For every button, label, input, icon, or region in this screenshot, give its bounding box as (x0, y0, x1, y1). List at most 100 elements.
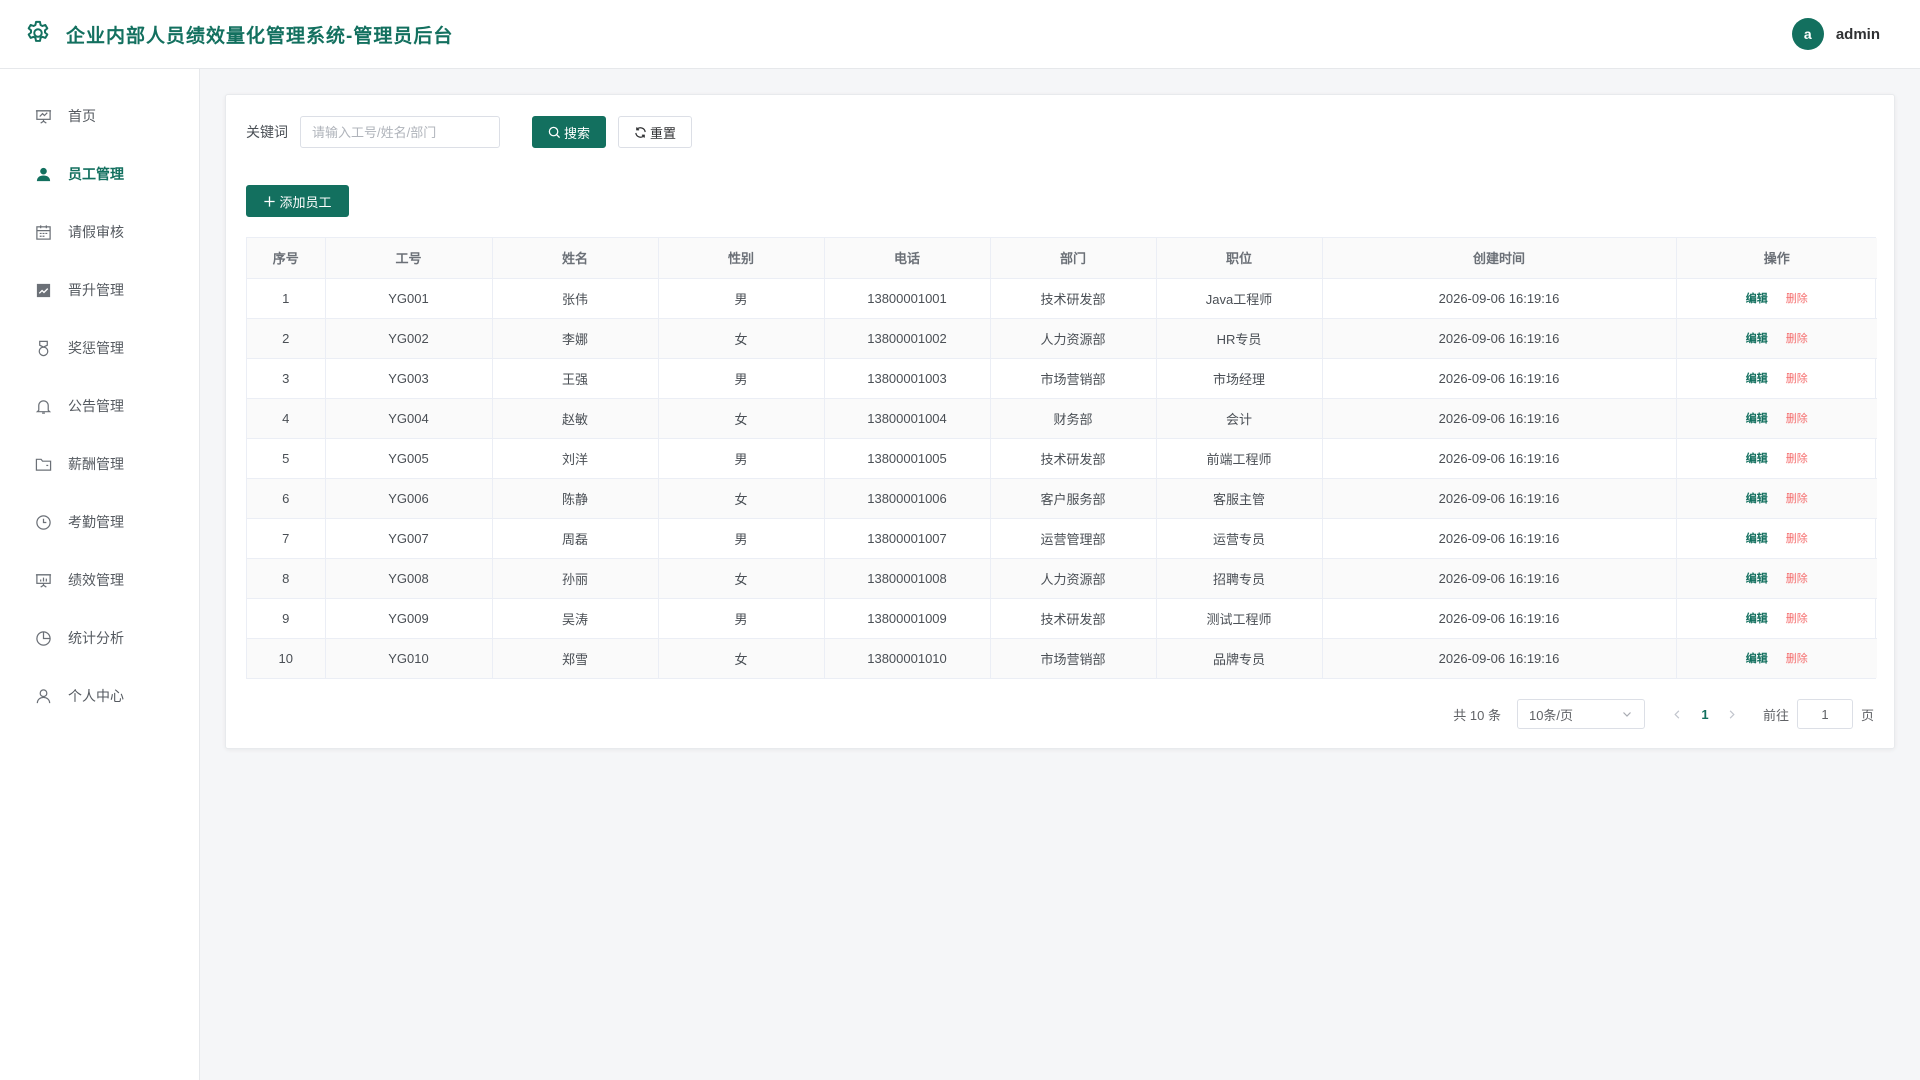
sidebar-item-attendance[interactable]: 考勤管理 (0, 493, 199, 551)
row-actions: 编辑 删除 (1676, 318, 1877, 359)
employee-position: 客服主管 (1156, 478, 1323, 519)
sidebar-item-performance[interactable]: 绩效管理 (0, 551, 199, 609)
sidebar-item-label: 晋升管理 (68, 282, 124, 298)
created-time: 2026-09-06 16:19:16 (1322, 278, 1677, 319)
employee-phone: 13800001006 (824, 478, 991, 519)
column-header: 电话 (824, 238, 991, 279)
row-actions: 编辑 删除 (1676, 438, 1877, 479)
row-actions: 编辑 删除 (1676, 398, 1877, 439)
gear-icon[interactable] (24, 19, 52, 50)
search-bar: 关键词 搜索 重置 (246, 116, 692, 148)
delete-button[interactable]: 删除 (1786, 653, 1808, 665)
employee-phone: 13800001009 (824, 598, 991, 639)
employee-position: 招聘专员 (1156, 558, 1323, 599)
sidebar-item-promotion[interactable]: 晋升管理 (0, 261, 199, 319)
table-row: 10 YG010 郑雪女 13800001010 市场营销部 品牌专员 2026-09-06… (247, 638, 1877, 678)
employee-position: 测试工程师 (1156, 598, 1323, 639)
employee-department: 市场营销部 (990, 638, 1157, 678)
user-menu[interactable]: a admin (1791, 18, 1880, 50)
employee-department: 技术研发部 (990, 598, 1157, 639)
search-button-label: 搜索 (563, 125, 590, 141)
employee-gender: 女 (658, 318, 825, 359)
delete-button[interactable]: 删除 (1786, 373, 1808, 385)
sidebar-item-employees[interactable]: 员工管理 (0, 145, 199, 203)
sidebar-item-profile[interactable]: 个人中心 (0, 667, 199, 725)
page-number-current[interactable]: 1 (1691, 707, 1719, 722)
add-employee-button[interactable]: 添加员工 (246, 185, 349, 217)
delete-button[interactable]: 删除 (1786, 293, 1808, 305)
column-header: 创建时间 (1322, 238, 1677, 279)
employee-id: YG003 (325, 358, 493, 399)
table-row: 5 YG005 刘洋男 13800001005 技术研发部 前端工程师 2026-09-06… (247, 438, 1877, 479)
edit-button[interactable]: 编辑 (1746, 293, 1768, 305)
next-page-button[interactable] (1719, 709, 1745, 720)
employee-name: 吴涛 (492, 598, 659, 639)
row-index: 6 (247, 478, 326, 519)
reset-button-label: 重置 (649, 125, 676, 141)
row-actions: 编辑 删除 (1676, 638, 1877, 678)
sidebar-item-label: 统计分析 (68, 630, 124, 646)
employee-id: YG008 (325, 558, 493, 599)
delete-button[interactable]: 删除 (1786, 333, 1808, 345)
avatar[interactable]: a (1791, 18, 1824, 50)
employee-name: 孙丽 (492, 558, 659, 599)
row-actions: 编辑 删除 (1676, 358, 1877, 399)
page-size-select[interactable]: 10条/页 (1516, 699, 1645, 729)
add-employee-label: 添加员工 (279, 194, 332, 210)
sidebar-item-label: 首页 (68, 108, 96, 124)
created-time: 2026-09-06 16:19:16 (1322, 358, 1677, 399)
table-row: 8 YG008 孙丽女 13800001008 人力资源部 招聘专员 2026-09-06 … (247, 558, 1877, 599)
chevron-down-icon (1623, 712, 1631, 717)
employee-id: YG010 (325, 638, 493, 678)
delete-button[interactable]: 删除 (1786, 613, 1808, 625)
sidebar-item-label: 公告管理 (68, 398, 124, 414)
username[interactable]: admin (1836, 26, 1880, 43)
chevron-left-icon (1674, 709, 1680, 719)
employee-department: 人力资源部 (990, 558, 1157, 599)
edit-button[interactable]: 编辑 (1746, 493, 1768, 505)
employee-gender: 女 (658, 478, 825, 519)
column-header: 操作 (1676, 238, 1877, 279)
edit-button[interactable]: 编辑 (1746, 613, 1768, 625)
reset-button[interactable]: 重置 (618, 116, 692, 148)
delete-button[interactable]: 删除 (1786, 573, 1808, 585)
table-row: 4 YG004 赵敏女 13800001004 财务部 会计 2026-09-06 16:1… (247, 398, 1877, 439)
edit-button[interactable]: 编辑 (1746, 413, 1768, 425)
edit-button[interactable]: 编辑 (1746, 453, 1768, 465)
row-index: 9 (247, 598, 326, 639)
employee-phone: 13800001010 (824, 638, 991, 678)
employee-name: 王强 (492, 358, 659, 399)
row-actions: 编辑 删除 (1676, 518, 1877, 559)
total-count: 共 10 条 (1453, 707, 1501, 723)
employee-department: 财务部 (990, 398, 1157, 439)
goto-page-input[interactable] (1796, 699, 1853, 729)
sidebar-item-salary[interactable]: 薪酬管理 (0, 435, 199, 493)
sidebar-item-leave-review[interactable]: 请假审核 (0, 203, 199, 261)
sidebar-item-statistics[interactable]: 统计分析 (0, 609, 199, 667)
employee-gender: 女 (658, 638, 825, 678)
edit-button[interactable]: 编辑 (1746, 573, 1768, 585)
sidebar-item-announcements[interactable]: 公告管理 (0, 377, 199, 435)
sidebar-item-home[interactable]: 首页 (0, 87, 199, 145)
delete-button[interactable]: 删除 (1786, 453, 1808, 465)
search-button[interactable]: 搜索 (532, 116, 606, 148)
created-time: 2026-09-06 16:19:16 (1322, 558, 1677, 599)
employee-name: 陈静 (492, 478, 659, 519)
delete-button[interactable]: 删除 (1786, 493, 1808, 505)
prev-page-button[interactable] (1665, 709, 1691, 720)
edit-button[interactable]: 编辑 (1746, 373, 1768, 385)
delete-button[interactable]: 删除 (1786, 533, 1808, 545)
table-row: 6 YG006 陈静女 13800001006 客户服务部 客服主管 2026-09-06 … (247, 478, 1877, 519)
edit-button[interactable]: 编辑 (1746, 653, 1768, 665)
column-header: 工号 (325, 238, 493, 279)
employee-position: HR专员 (1156, 318, 1323, 359)
delete-button[interactable]: 删除 (1786, 413, 1808, 425)
row-index: 7 (247, 518, 326, 559)
sidebar-item-label: 考勤管理 (68, 514, 124, 530)
edit-button[interactable]: 编辑 (1746, 533, 1768, 545)
edit-button[interactable]: 编辑 (1746, 333, 1768, 345)
search-input[interactable] (300, 116, 500, 148)
employee-department: 客户服务部 (990, 478, 1157, 519)
sidebar-item-rewards[interactable]: 奖惩管理 (0, 319, 199, 377)
employee-name: 周磊 (492, 518, 659, 559)
